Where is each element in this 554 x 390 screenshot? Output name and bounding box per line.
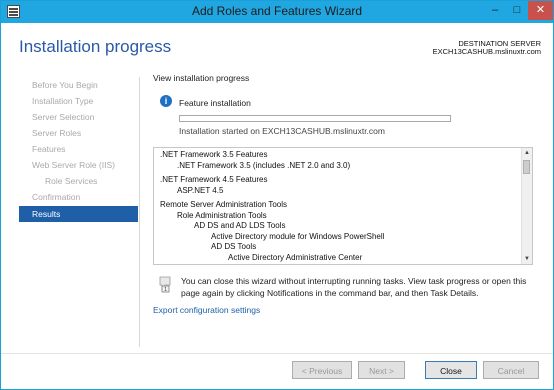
title-bar[interactable]: Add Roles and Features Wizard – □ ✕ [1,1,553,23]
result-item: Active Directory Administrative Center [228,252,363,262]
result-item: Role Administration Tools [177,210,267,220]
scroll-thumb[interactable] [523,160,530,174]
nav-item-before-you-begin: Before You Begin [32,80,98,90]
wizard-window: Add Roles and Features Wizard – □ ✕ Inst… [0,0,554,390]
result-item: AD DS Tools [211,242,257,251]
next-button[interactable]: Next > [358,361,405,379]
nav-item-features: Features [32,144,66,154]
nav-divider [139,77,140,347]
result-item: AD DS Snap-Ins and Command-Line Tools [228,263,380,264]
export-configuration-link[interactable]: Export configuration settings [153,305,260,315]
destination-server-value: EXCH13CASHUB.mslinuxtr.com [432,47,541,56]
result-item: .NET Framework 3.5 Features [160,150,268,159]
feature-installation-label: Feature installation [179,98,251,108]
result-item: .NET Framework 3.5 (includes .NET 2.0 an… [177,160,351,170]
nav-item-confirmation: Confirmation [32,192,81,202]
nav-item-server-roles: Server Roles [32,128,82,138]
svg-text:1: 1 [164,287,167,293]
previous-button[interactable]: < Previous [292,361,352,379]
maximize-button[interactable]: □ [506,1,528,20]
result-item: AD DS and AD LDS Tools [194,221,286,230]
close-window-button[interactable]: ✕ [528,1,553,20]
notification-flag-icon: 1 [159,276,171,293]
page-title: Installation progress [19,37,172,56]
result-item: Remote Server Administration Tools [160,200,288,209]
section-header: View installation progress [153,73,250,83]
wizard-nav: Before You Begin Installation Type Serve… [19,77,139,307]
nav-item-role-services: Role Services [45,176,98,186]
nav-item-installation-type: Installation Type [32,96,94,106]
installation-progress-bar [179,115,451,122]
close-wizard-note: You can close this wizard without interr… [181,276,527,298]
results-scrollbar[interactable]: ▲ ▼ [521,148,532,264]
footer-divider [1,353,553,354]
close-button[interactable]: Close [425,361,477,379]
nav-item-server-selection: Server Selection [32,112,95,122]
result-item: .NET Framework 4.5 Features [160,175,268,184]
nav-item-web-server-role: Web Server Role (IIS) [32,160,115,170]
minimize-button[interactable]: – [484,1,506,20]
info-icon: i [160,95,172,107]
scroll-up-arrow-icon[interactable]: ▲ [522,148,532,158]
cancel-button[interactable]: Cancel [483,361,539,379]
nav-item-results[interactable]: Results [19,206,138,222]
installation-started-text: Installation started on EXCH13CASHUB.msl… [179,126,385,136]
window-title: Add Roles and Features Wizard [191,4,363,18]
result-item: ASP.NET 4.5 [177,185,224,195]
results-list[interactable]: ▲ ▼ .NET Framework 3.5 Features .NET Fram… [153,147,533,265]
result-item: Active Directory module for Windows Powe… [211,231,385,241]
wizard-content: Installation progress DESTINATION SERVER… [1,23,553,389]
scroll-down-arrow-icon[interactable]: ▼ [522,254,532,264]
